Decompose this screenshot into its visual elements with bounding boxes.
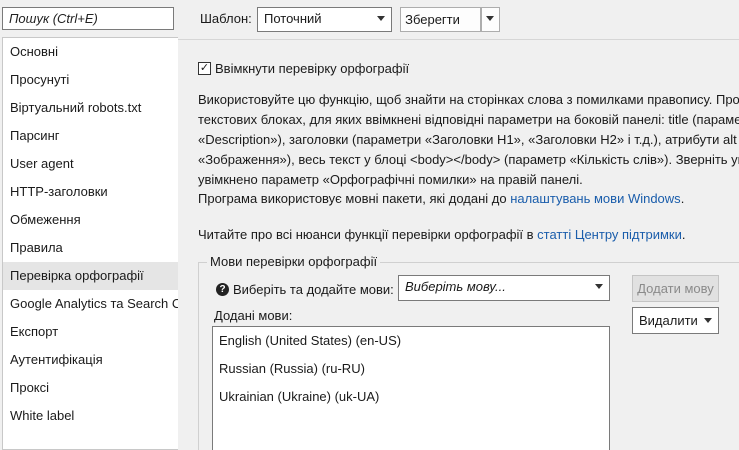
chevron-down-icon	[486, 16, 494, 21]
sidebar: Пошук (Ctrl+E) Основні Просунуті Віртуал…	[0, 0, 178, 450]
language-packs-note: Програма використовує мовні пакети, які …	[198, 189, 684, 209]
select-language-label: Виберіть та додайте мови:	[233, 282, 394, 297]
languages-group-title: Мови перевірки орфографії	[207, 254, 381, 269]
save-button[interactable]: Зберегти	[400, 7, 481, 32]
sidebar-item-user-agent[interactable]: User agent	[3, 150, 178, 178]
chevron-down-icon	[704, 318, 712, 323]
template-label: Шаблон:	[200, 11, 252, 26]
list-item[interactable]: Russian (Russia) (ru-RU)	[213, 355, 609, 383]
sidebar-item-spellcheck[interactable]: Перевірка орфографії	[3, 262, 178, 290]
chevron-down-icon	[377, 16, 385, 21]
save-button-label: Зберегти	[405, 12, 460, 27]
settings-nav-list: Основні Просунуті Віртуальний robots.txt…	[2, 37, 178, 450]
packs-text: Програма використовує мовні пакети, які …	[198, 191, 511, 206]
sidebar-item-google-analytics[interactable]: Google Analytics та Search Console	[3, 290, 178, 318]
sidebar-item-parsing[interactable]: Парсинг	[3, 122, 178, 150]
template-select[interactable]: Поточний	[257, 7, 392, 32]
delete-label: Видалити	[639, 313, 698, 328]
sidebar-item-authentication[interactable]: Аутентифікація	[3, 346, 178, 374]
toolbar-divider	[178, 39, 739, 40]
enable-spellcheck-checkbox[interactable]: ✓	[198, 62, 211, 75]
description-text: Використовуйте цю функцію, щоб знайти на…	[198, 90, 739, 190]
support-article-note: Читайте про всі нюанси функції перевірки…	[198, 225, 685, 245]
support-article-link[interactable]: статті Центру підтримки	[537, 227, 682, 242]
sidebar-item-proxy[interactable]: Проксі	[3, 374, 178, 402]
settings-content: Шаблон: Поточний Зберегти ✓ Ввімкнути пе…	[178, 0, 739, 450]
sidebar-item-rules[interactable]: Правила	[3, 234, 178, 262]
list-item[interactable]: English (United States) (en-US)	[213, 327, 609, 355]
delete-dropdown[interactable]: Видалити	[632, 307, 719, 334]
list-item[interactable]: Ukrainian (Ukraine) (uk-UA)	[213, 383, 609, 411]
added-languages-label: Додані мови:	[214, 308, 293, 323]
description-line: увімкнено параметр «Орфографічні помилки…	[198, 172, 583, 187]
description-line: «Description»), заголовки (параметри «За…	[198, 132, 739, 147]
description-line: текстових блоках, для яких ввімкнені від…	[198, 112, 739, 127]
enable-spellcheck-label[interactable]: Ввімкнути перевірку орфографії	[215, 61, 409, 76]
sidebar-item-virtual-robots[interactable]: Віртуальний robots.txt	[3, 94, 178, 122]
help-icon[interactable]: ?	[216, 283, 229, 296]
sidebar-item-general[interactable]: Основні	[3, 38, 178, 66]
save-options-dropdown[interactable]	[481, 7, 500, 32]
added-languages-list[interactable]: English (United States) (en-US) Russian …	[212, 326, 610, 450]
search-input[interactable]: Пошук (Ctrl+E)	[2, 7, 174, 30]
template-value: Поточний	[264, 11, 322, 26]
description-line: Використовуйте цю функцію, щоб знайти на…	[198, 92, 739, 107]
packs-suffix: .	[680, 191, 685, 206]
sidebar-item-white-label[interactable]: White label	[3, 402, 178, 430]
sidebar-item-restrictions[interactable]: Обмеження	[3, 206, 178, 234]
windows-language-settings-link[interactable]: налаштувань мови Windows	[510, 191, 681, 206]
language-select[interactable]: Виберіть мову...	[398, 275, 610, 301]
chevron-down-icon	[595, 284, 603, 289]
sidebar-item-advanced[interactable]: Просунуті	[3, 66, 178, 94]
sidebar-item-export[interactable]: Експорт	[3, 318, 178, 346]
description-line: «Зображення»), весь текст у блоці <body>…	[198, 152, 739, 167]
add-language-label: Додати мову	[637, 281, 714, 296]
read-suffix: .	[681, 227, 686, 242]
read-text: Читайте про всі нюанси функції перевірки…	[198, 227, 538, 242]
sidebar-item-http-headers[interactable]: HTTP-заголовки	[3, 178, 178, 206]
add-language-button[interactable]: Додати мову	[632, 275, 719, 302]
language-select-placeholder: Виберіть мову...	[405, 279, 506, 294]
